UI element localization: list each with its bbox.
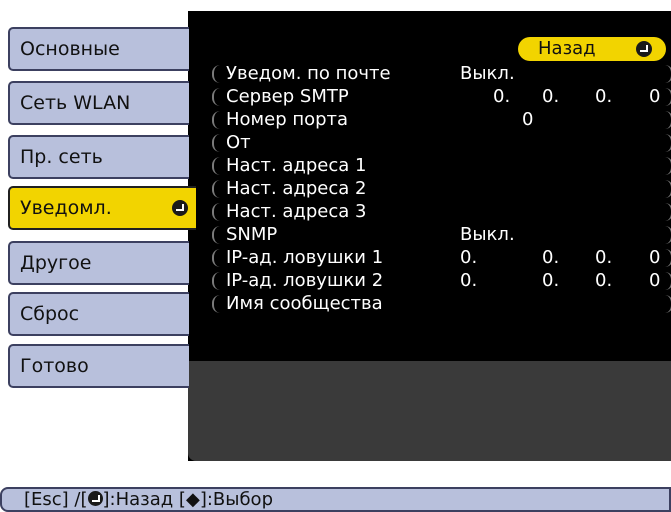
sidebar-item-other[interactable]: Другое [8,241,189,285]
setting-row-address-1[interactable]: Наст. адреса 1 [212,155,671,177]
ip-octet: 0. [542,270,560,291]
ip-octet: 0. [460,247,478,268]
setting-value: Выкл. [460,63,515,84]
sidebar-item-label: Пр. сеть [20,146,103,168]
sidebar-item-label: Сброс [20,303,80,325]
setting-label: IP-ад. ловушки 1 [226,247,384,268]
sidebar-item-label: Уведомл. [20,197,112,219]
sidebar-item-label: Сеть WLAN [20,92,131,114]
setting-row-port[interactable]: Номер порта 0 [212,109,671,131]
sidebar-item-label: Основные [20,38,120,60]
sidebar-item-done[interactable]: Готово [8,344,189,388]
key-hint-bar: [Esc] /[ ]:Назад [◆]:Выбор [0,487,671,512]
setting-value: Выкл. [460,224,515,245]
setting-row-smtp-server[interactable]: Сервер SMTP 0. 0. 0. 0 [212,86,671,108]
enter-icon [636,41,652,57]
setting-label: Номер порта [226,109,349,130]
ip-octet: 0. [595,247,613,268]
sidebar-item-wired-network[interactable]: Пр. сеть [8,135,189,179]
hint-text-select: ]:Выбор [199,489,273,510]
back-button-label: Назад [538,38,596,59]
sidebar-item-reset[interactable]: Сброс [8,292,189,336]
setting-label: Наст. адреса 2 [226,178,367,199]
ip-octet: 0. [595,86,613,107]
setting-row-email-notify[interactable]: Уведом. по почте Выкл. [212,63,671,85]
setting-label: Сервер SMTP [226,86,349,107]
sidebar-item-wlan[interactable]: Сеть WLAN [8,81,189,125]
enter-icon [172,200,188,216]
ip-octet: 0 [649,270,661,291]
back-button[interactable]: Назад [518,37,666,61]
setting-label: Имя сообщества [226,293,383,314]
sidebar-item-basic[interactable]: Основные [8,27,189,71]
setting-label: Уведом. по почте [226,63,391,84]
ip-octet: 0. [493,86,511,107]
setting-label: IP-ад. ловушки 2 [226,270,384,291]
setting-row-snmp[interactable]: SNMP Выкл. [212,224,671,246]
setting-row-trap-ip-1[interactable]: IP-ад. ловушки 1 0. 0. 0. 0 [212,247,671,269]
up-down-arrows-icon: ◆ [185,489,200,510]
setting-label: Наст. адреса 1 [226,155,367,176]
ip-octet: 0. [595,270,613,291]
settings-panel-footer-area [188,361,671,461]
setting-row-from[interactable]: От [212,132,671,154]
sidebar-item-notifications[interactable]: Уведомл. [8,186,196,230]
setting-label: SNMP [226,224,278,245]
setting-row-address-2[interactable]: Наст. адреса 2 [212,178,671,200]
setting-label: От [226,132,251,153]
ip-octet: 0. [542,86,560,107]
setting-row-trap-ip-2[interactable]: IP-ад. ловушки 2 0. 0. 0. 0 [212,270,671,292]
ip-octet: 0. [542,247,560,268]
ip-octet: 0 [649,247,661,268]
setting-row-community-name[interactable]: Имя сообщества [212,293,671,315]
hint-text-back: ]:Назад [ [102,489,186,510]
port-value: 0 [522,109,534,130]
hint-text-esc: [Esc] /[ [24,489,88,510]
ip-octet: 0. [460,270,478,291]
setting-label: Наст. адреса 3 [226,201,367,222]
setting-row-address-3[interactable]: Наст. адреса 3 [212,201,671,223]
enter-icon [87,491,103,506]
sidebar-item-label: Готово [20,355,89,377]
ip-octet: 0 [649,86,661,107]
sidebar-item-label: Другое [20,252,92,274]
